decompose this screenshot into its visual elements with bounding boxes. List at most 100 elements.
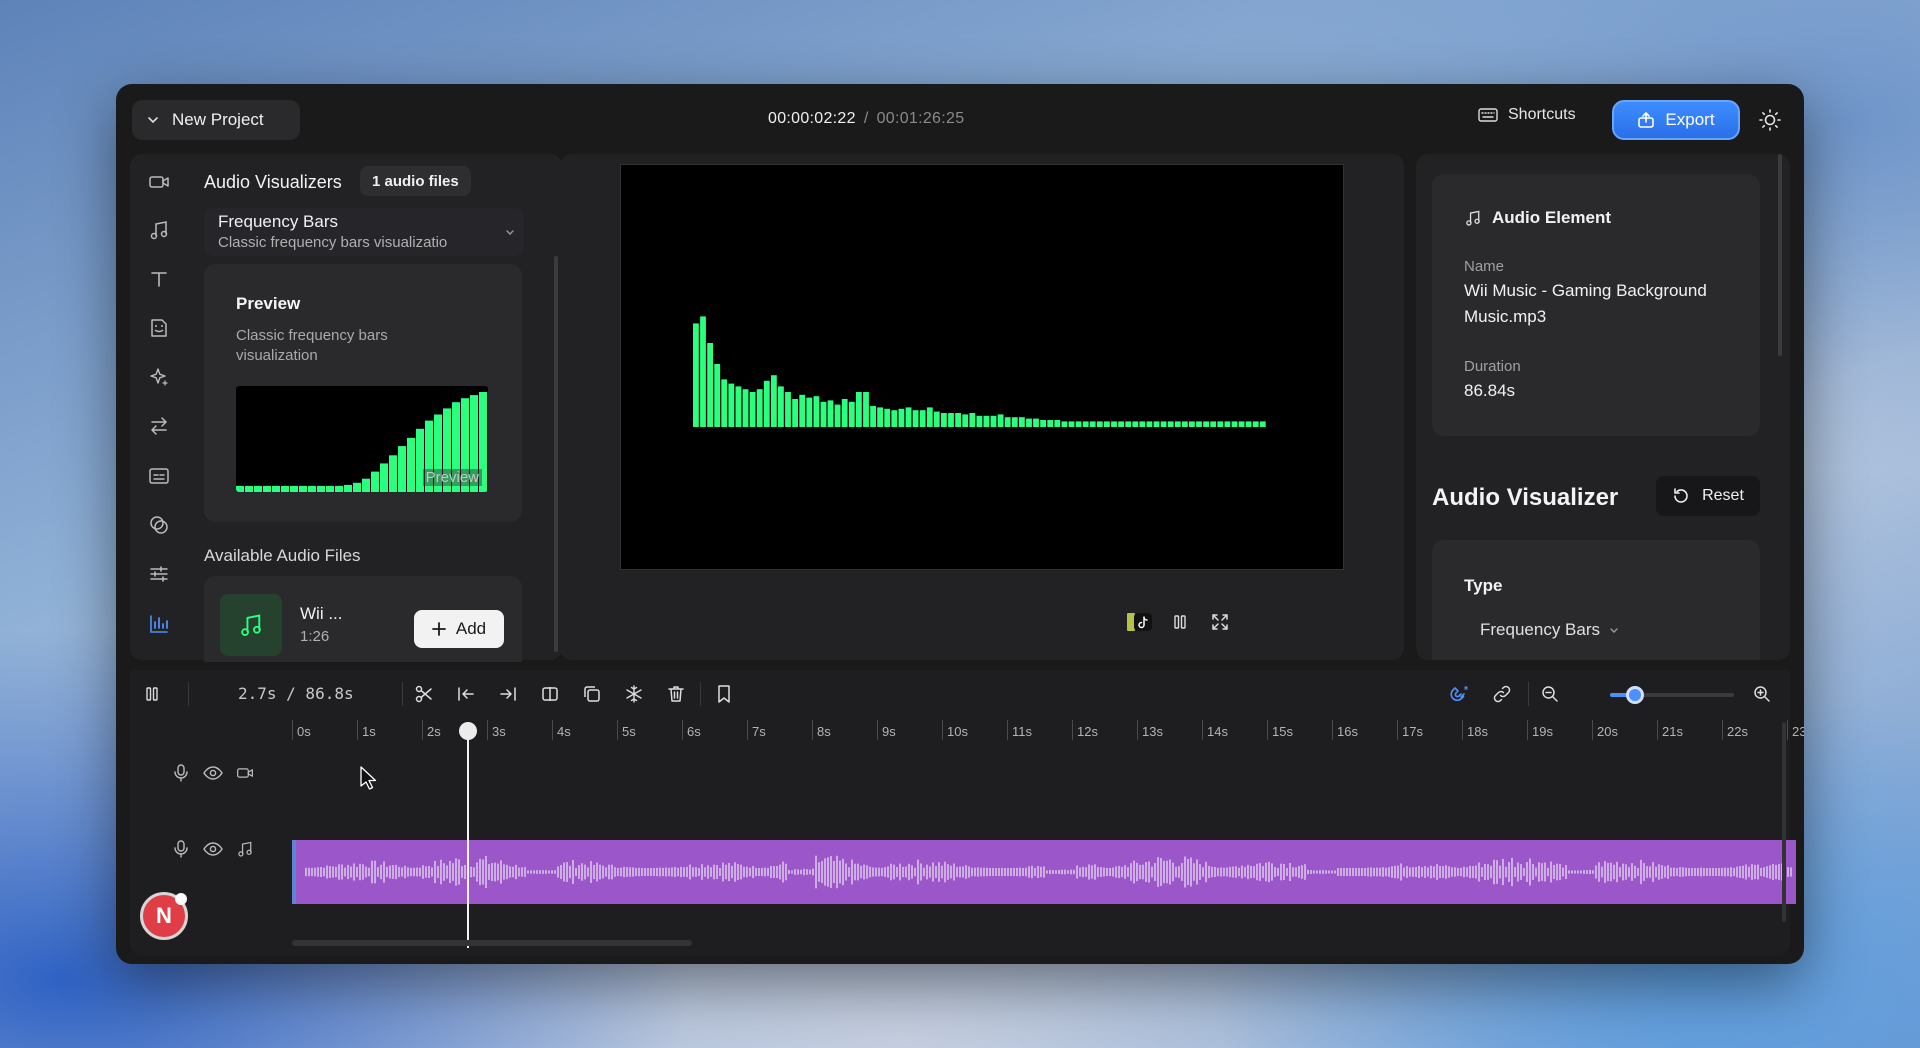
project-name: New Project (172, 110, 264, 129)
ruler-label: 13s (1142, 724, 1163, 739)
time-ruler[interactable]: 0s 1s 2s 3s 4s 5s 6s 7s 8s 9s 10s 11s 12s 13s 14s 15s 16… (292, 720, 1804, 746)
video-track-visibility-button[interactable] (202, 762, 224, 784)
tool-shapes[interactable] (145, 511, 173, 539)
audio-track-visibility-button[interactable] (202, 838, 224, 860)
preview-bar (263, 485, 271, 492)
ruler-tick: 19s (1527, 720, 1553, 740)
frequency-bar (1210, 421, 1217, 427)
timecode: 00:00:02:22 / 00:01:26:25 (768, 110, 964, 128)
timeline-vertical-scrollbar[interactable] (1782, 722, 1786, 922)
tiktok-aspect-button[interactable] (1126, 608, 1154, 636)
audio-element-label: Audio Element (1492, 208, 1612, 227)
duplicate-button[interactable] (578, 680, 606, 708)
tool-adjust[interactable] (145, 560, 173, 588)
delete-button[interactable] (662, 680, 690, 708)
left-panel-scrollbar[interactable] (554, 256, 558, 652)
frequency-bar (1089, 421, 1096, 427)
tool-text[interactable] (145, 265, 173, 293)
fullscreen-button[interactable] (1206, 608, 1234, 636)
frequency-bar (841, 399, 848, 427)
frequency-bar (1047, 420, 1054, 427)
left-panel: Audio Visualizers 1 audio files Frequenc… (130, 154, 562, 662)
ruler-tick: 11s (1007, 720, 1032, 740)
frequency-bar (912, 410, 919, 427)
freeze-button[interactable] (620, 680, 648, 708)
ruler-label: 7s (752, 724, 766, 739)
tiktok-icon (1127, 613, 1152, 631)
frequency-bar (1019, 417, 1025, 427)
link-button[interactable] (1488, 680, 1516, 708)
link-icon (1493, 685, 1511, 703)
preview-bar (254, 485, 262, 492)
snap-button[interactable] (1446, 680, 1474, 708)
zoom-slider-knob[interactable] (1625, 686, 1644, 704)
ruler-tick: 14s (1202, 720, 1228, 740)
ruler-tick: 21s (1657, 720, 1683, 740)
split-clip-button[interactable] (536, 680, 564, 708)
audio-file-name: Wii ... (300, 604, 343, 623)
tool-effects[interactable] (145, 363, 173, 391)
user-initial: N (156, 903, 172, 928)
ruler-tick: 7s (747, 720, 766, 740)
microphone-icon (174, 764, 188, 782)
export-icon (1638, 111, 1655, 128)
captions-icon (149, 468, 169, 484)
zoom-in-button[interactable] (1748, 680, 1776, 708)
user-avatar[interactable]: N (140, 892, 188, 940)
tool-video[interactable] (145, 168, 173, 196)
trim-start-button[interactable] (452, 680, 480, 708)
type-select[interactable]: Frequency Bars (1480, 620, 1620, 640)
preview-pause-button[interactable] (1166, 608, 1194, 636)
audio-waveform (305, 855, 1792, 889)
tool-captions[interactable] (145, 462, 173, 490)
visualizer-type-select[interactable]: Frequency Bars Classic frequency bars vi… (204, 208, 524, 256)
timeline-horizontal-scrollbar[interactable] (292, 940, 692, 946)
tool-visualizer[interactable] (145, 610, 173, 638)
audio-track-mute-button[interactable] (170, 838, 192, 860)
project-menu-button[interactable]: New Project (132, 100, 300, 140)
music-icon (238, 841, 252, 857)
eye-icon (203, 766, 223, 780)
ruler-label: 18s (1467, 724, 1488, 739)
zoom-out-button[interactable] (1536, 680, 1564, 708)
frequency-bar (827, 400, 834, 427)
playhead[interactable] (458, 722, 477, 948)
frequency-bar (749, 392, 756, 427)
trim-end-button[interactable] (494, 680, 522, 708)
audio-file-item[interactable]: Wii ... 1:26 Add (204, 576, 522, 662)
audio-clip[interactable] (292, 840, 1796, 904)
tool-stickers[interactable] (145, 314, 173, 342)
ruler-label: 0s (297, 724, 311, 739)
frequency-bar (863, 392, 869, 427)
shortcuts-button[interactable]: Shortcuts (1478, 106, 1576, 124)
ruler-tick: 0s (292, 720, 311, 740)
add-audio-button[interactable]: Add (414, 610, 504, 648)
ruler-label: 9s (882, 724, 896, 739)
timeline-pause-button[interactable] (138, 680, 166, 708)
reset-button[interactable]: Reset (1656, 476, 1760, 516)
right-panel-scrollbar[interactable] (1778, 154, 1782, 356)
split-button[interactable] (410, 680, 438, 708)
zoom-slider[interactable] (1610, 686, 1734, 704)
frequency-bar (1224, 421, 1231, 427)
frequency-bar (919, 410, 926, 427)
ruler-tick: 8s (812, 720, 831, 740)
preview-bar (353, 482, 361, 492)
bookmark-button[interactable] (710, 680, 738, 708)
preview-bar (290, 485, 298, 492)
frequency-bar (1196, 421, 1202, 427)
tool-music[interactable] (145, 216, 173, 244)
video-stage[interactable] (620, 164, 1344, 570)
ruler-tick: 15s (1267, 720, 1293, 740)
ruler-tick: 23 (1787, 720, 1804, 740)
ruler-label: 21s (1662, 724, 1683, 739)
playhead-handle[interactable] (458, 722, 477, 740)
frequency-bar (813, 396, 820, 427)
theme-toggle-button[interactable] (1758, 108, 1782, 132)
editor-window: New Project 00:00:02:22 / 00:01:26:25 Shor… (116, 84, 1804, 964)
video-track-mute-button[interactable] (170, 762, 192, 784)
export-button[interactable]: Export (1612, 100, 1740, 140)
frequency-bar (1252, 421, 1259, 427)
tool-transitions[interactable] (145, 412, 173, 440)
frequency-bar (1118, 421, 1124, 427)
